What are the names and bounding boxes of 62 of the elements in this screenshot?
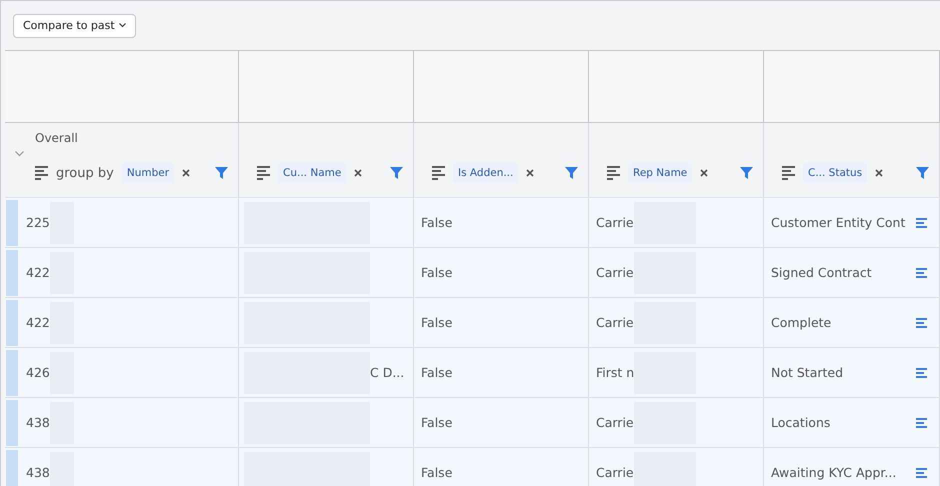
align-left-icon[interactable] (782, 166, 795, 180)
field-chip[interactable]: Cu... Name (278, 163, 346, 183)
field-chip[interactable]: Rep Name (628, 163, 692, 183)
cell-text: 422 (26, 315, 50, 330)
cell-text: False (421, 265, 452, 280)
row-marker (6, 200, 18, 246)
caret-icon (118, 23, 126, 28)
group-by-label: group by (56, 166, 114, 180)
align-left-icon[interactable] (432, 166, 445, 180)
cell-text: False (421, 315, 452, 330)
text-lines-icon[interactable] (916, 318, 927, 328)
filter-icon[interactable] (740, 167, 753, 179)
cell-text: 438 (26, 465, 50, 480)
cell-text: Locations (771, 415, 830, 430)
align-left-icon[interactable] (35, 166, 48, 180)
row-marker (6, 250, 18, 296)
close-icon[interactable] (875, 169, 884, 177)
row-marker (6, 450, 18, 486)
cell-text: False (421, 465, 452, 480)
text-lines-icon[interactable] (916, 368, 927, 378)
row-marker (6, 300, 18, 346)
text-lines-icon[interactable] (916, 268, 927, 278)
field-chip[interactable]: Is Adden... (453, 163, 518, 183)
chevron-down-icon[interactable] (15, 151, 24, 157)
row-marker (6, 350, 18, 396)
text-lines-icon[interactable] (916, 418, 927, 428)
cell-text: 225 (26, 215, 50, 230)
cell-text: False (421, 215, 452, 230)
filter-icon[interactable] (916, 167, 929, 179)
close-icon[interactable] (354, 169, 362, 177)
filter-icon[interactable] (565, 167, 578, 179)
cell-text: Carrie (596, 265, 634, 280)
cell-text: False (421, 415, 452, 430)
cell-text: 438 (26, 415, 50, 430)
cell-text: Complete (771, 315, 832, 330)
field-chip[interactable]: Number (122, 163, 174, 183)
close-icon[interactable] (700, 169, 708, 177)
close-icon[interactable] (182, 169, 190, 177)
field-chip[interactable]: C... Status (803, 163, 868, 183)
cell-text: Carrie (596, 465, 634, 480)
cell-text: False (421, 365, 452, 380)
filter-icon[interactable] (390, 167, 403, 179)
filter-icon[interactable] (215, 167, 228, 179)
text-lines-icon[interactable] (916, 218, 927, 228)
text-lines-icon[interactable] (916, 468, 927, 478)
cell-text: Awaiting KYC Appr... (771, 465, 896, 480)
cell-text: First n (596, 365, 634, 380)
cell-text: Carrie (596, 415, 634, 430)
group-title: Overall (35, 131, 78, 145)
cell-text: C D... (370, 365, 404, 380)
cell-text: Customer Entity Cont (771, 215, 906, 230)
cell-text: Signed Contract (771, 265, 872, 280)
align-left-icon[interactable] (257, 166, 270, 180)
cell-text: 426 (26, 365, 50, 380)
align-left-icon[interactable] (607, 166, 620, 180)
cell-text: 422 (26, 265, 50, 280)
cell-text: Carrie (596, 315, 634, 330)
cell-text: Carrie (596, 215, 634, 230)
cell-text: Not Started (771, 365, 844, 380)
compare-button[interactable]: Compare to past (13, 14, 136, 38)
row-marker (6, 400, 18, 446)
close-icon[interactable] (526, 169, 534, 177)
